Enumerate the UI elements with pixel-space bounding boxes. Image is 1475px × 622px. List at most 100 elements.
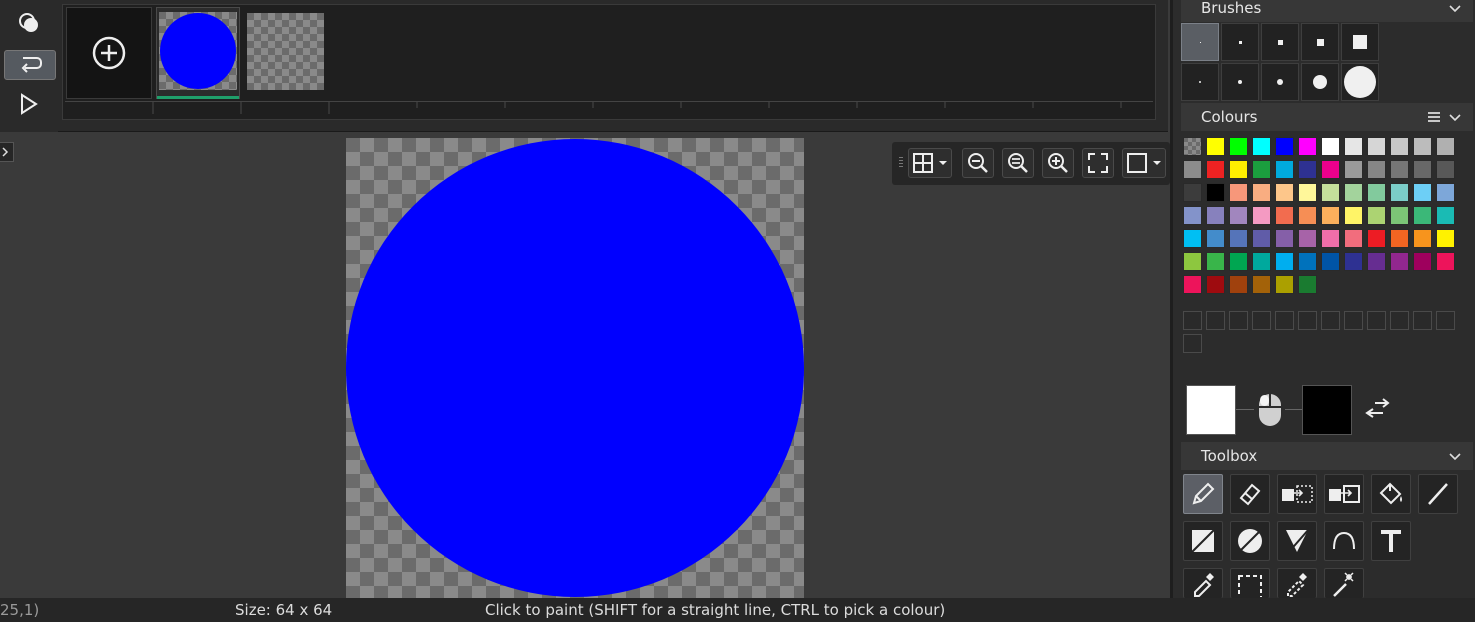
empty-colour-slot[interactable] — [1183, 311, 1202, 330]
colour-swatch[interactable] — [1367, 183, 1386, 202]
colour-swatch[interactable] — [1367, 229, 1386, 248]
onion-skin-button[interactable] — [4, 8, 54, 38]
line-tool[interactable] — [1418, 474, 1458, 514]
colour-swatch[interactable] — [1321, 252, 1340, 271]
colour-swatch[interactable] — [1413, 183, 1432, 202]
add-frame-button[interactable] — [66, 7, 152, 99]
colour-swatch[interactable] — [1298, 229, 1317, 248]
colour-picker-tool[interactable] — [1183, 568, 1223, 598]
colour-swatch[interactable] — [1390, 252, 1409, 271]
colour-swatch[interactable] — [1390, 137, 1409, 156]
empty-colour-slot[interactable] — [1206, 311, 1225, 330]
colour-to-selection-tool[interactable] — [1324, 474, 1364, 514]
colour-swatch[interactable] — [1229, 160, 1248, 179]
colour-swatch[interactable] — [1252, 275, 1271, 294]
triangle-tool[interactable] — [1277, 521, 1317, 561]
empty-colour-slot[interactable] — [1252, 311, 1271, 330]
colour-swatch[interactable] — [1206, 229, 1225, 248]
fill-bucket-tool[interactable] — [1371, 474, 1411, 514]
zoom-reset-button[interactable] — [1002, 148, 1034, 178]
colour-swatch[interactable] — [1275, 160, 1294, 179]
primary-colour-swatch[interactable] — [1186, 385, 1236, 435]
colour-swatch[interactable] — [1275, 183, 1294, 202]
empty-colour-slot[interactable] — [1275, 311, 1294, 330]
canvas-viewport[interactable] — [0, 132, 1170, 598]
colour-swatch[interactable] — [1252, 137, 1271, 156]
colour-swatch[interactable] — [1229, 183, 1248, 202]
curve-tool[interactable] — [1324, 521, 1364, 561]
empty-colour-slot[interactable] — [1298, 311, 1317, 330]
colour-swatch[interactable] — [1275, 206, 1294, 225]
rectangle-tool[interactable] — [1183, 521, 1223, 561]
colour-swatch[interactable] — [1183, 206, 1202, 225]
empty-colour-slot[interactable] — [1183, 334, 1202, 353]
colour-swatch[interactable] — [1344, 252, 1363, 271]
colour-swatch[interactable] — [1252, 183, 1271, 202]
colour-swatch[interactable] — [1275, 229, 1294, 248]
drawing-canvas[interactable] — [346, 138, 804, 598]
colour-swatch[interactable] — [1183, 183, 1202, 202]
colour-swatch[interactable] — [1252, 160, 1271, 179]
colour-swatch[interactable] — [1275, 275, 1294, 294]
colour-swatch[interactable] — [1183, 137, 1202, 156]
text-tool[interactable] — [1371, 521, 1411, 561]
colour-swatch[interactable] — [1367, 252, 1386, 271]
canvas-background-button[interactable] — [1122, 148, 1166, 178]
empty-colour-slot[interactable] — [1344, 311, 1363, 330]
colour-swatch[interactable] — [1436, 206, 1455, 225]
colour-swatch[interactable] — [1344, 229, 1363, 248]
colour-swatch[interactable] — [1229, 252, 1248, 271]
empty-colour-slot[interactable] — [1367, 311, 1386, 330]
colour-swatch[interactable] — [1344, 137, 1363, 156]
empty-colour-slot[interactable] — [1229, 311, 1248, 330]
colours-header[interactable]: Colours — [1181, 103, 1473, 131]
colour-swatch[interactable] — [1436, 137, 1455, 156]
brush-round-3[interactable] — [1261, 63, 1299, 101]
colour-swatch[interactable] — [1252, 206, 1271, 225]
colour-swatch[interactable] — [1413, 160, 1432, 179]
colour-swatch[interactable] — [1298, 137, 1317, 156]
brush-round-5[interactable] — [1341, 63, 1379, 101]
move-tool[interactable] — [1277, 568, 1317, 598]
colour-swatch[interactable] — [1229, 206, 1248, 225]
brush-round-1[interactable] — [1181, 63, 1219, 101]
empty-colour-slot[interactable] — [1436, 311, 1455, 330]
empty-colour-slot[interactable] — [1413, 311, 1432, 330]
colour-swatch[interactable] — [1229, 275, 1248, 294]
colour-swatch[interactable] — [1183, 229, 1202, 248]
empty-colour-slot[interactable] — [1390, 311, 1409, 330]
colour-swatch[interactable] — [1367, 137, 1386, 156]
zoom-out-button[interactable] — [962, 148, 994, 178]
toolbox-header[interactable]: Toolbox — [1181, 442, 1473, 470]
secondary-colour-swatch[interactable] — [1302, 385, 1352, 435]
grid-toggle-button[interactable] — [908, 148, 952, 178]
frame-thumbnail-1[interactable] — [156, 7, 240, 99]
frame-thumbnail-2[interactable] — [247, 13, 324, 90]
swap-colours-button[interactable] — [1363, 397, 1395, 423]
colour-swatch[interactable] — [1321, 229, 1340, 248]
brush-round-4[interactable] — [1301, 63, 1339, 101]
colour-swatch[interactable] — [1436, 229, 1455, 248]
colour-swatch[interactable] — [1206, 160, 1225, 179]
colour-swatch[interactable] — [1390, 183, 1409, 202]
colour-swatch[interactable] — [1390, 206, 1409, 225]
brush-square-2[interactable] — [1221, 23, 1259, 61]
colour-swatch[interactable] — [1344, 206, 1363, 225]
colour-swatch[interactable] — [1206, 275, 1225, 294]
loop-button[interactable] — [4, 50, 56, 80]
ellipse-tool[interactable] — [1230, 521, 1270, 561]
colour-swatch[interactable] — [1413, 252, 1432, 271]
colour-swatch[interactable] — [1413, 229, 1432, 248]
colour-swatch[interactable] — [1252, 252, 1271, 271]
colour-swatch[interactable] — [1206, 183, 1225, 202]
colour-swatch[interactable] — [1367, 206, 1386, 225]
colour-swatch[interactable] — [1436, 183, 1455, 202]
brush-round-2[interactable] — [1221, 63, 1259, 101]
brush-square-4[interactable] — [1301, 23, 1339, 61]
colour-swatch[interactable] — [1390, 229, 1409, 248]
colour-swatch[interactable] — [1298, 252, 1317, 271]
eraser-tool[interactable] — [1230, 474, 1270, 514]
rectangle-select-tool[interactable] — [1230, 568, 1270, 598]
replace-colour-tool[interactable] — [1277, 474, 1317, 514]
expand-left-panel-button[interactable] — [0, 142, 14, 162]
